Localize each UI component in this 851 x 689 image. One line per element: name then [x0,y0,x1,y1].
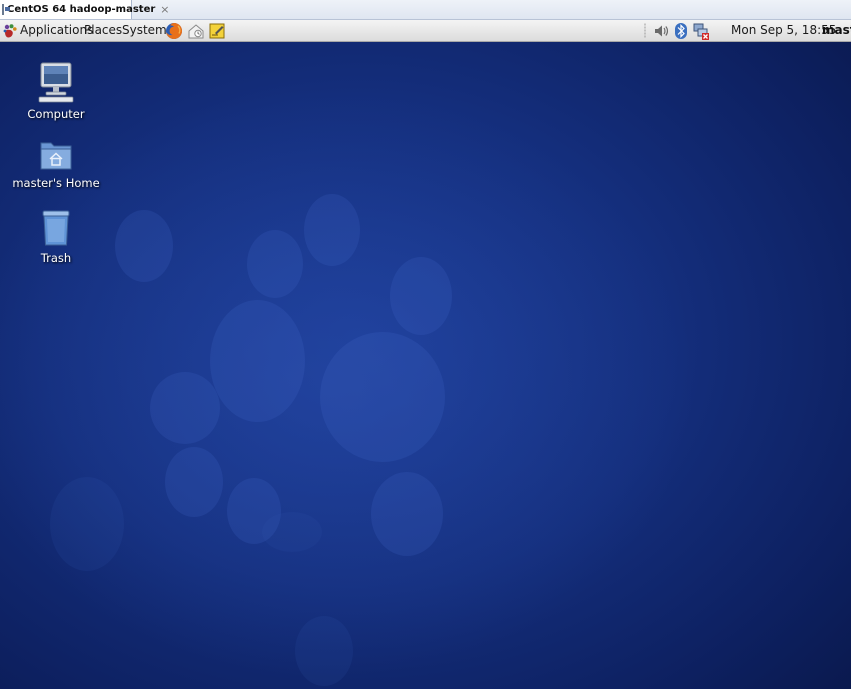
vm-icon [2,4,10,15]
background-bubble [210,300,305,422]
background-bubble [320,332,445,462]
user-menu[interactable]: master [822,20,851,41]
menu-system[interactable]: System [122,20,167,41]
screen: CentOS 64 hadoop-master × Applications P… [0,0,851,689]
volume-icon[interactable] [653,20,669,41]
background-bubble [247,230,303,298]
background-bubble [262,512,322,552]
vm-tab-label: CentOS 64 hadoop-master [7,4,156,15]
desktop-icon-label: Computer [27,107,85,121]
clock[interactable]: Mon Sep 5, 18:55 [731,20,836,41]
background-bubble [295,616,353,686]
desktop-icon-home[interactable]: master's Home [11,137,101,190]
desktop-icon-label: master's Home [12,176,100,190]
background-bubble [390,257,452,335]
desktop-icon-computer[interactable]: Computer [11,60,101,121]
network-disconnected-icon[interactable] [692,20,710,41]
background-bubble [150,372,220,444]
background-bubble [371,472,443,556]
desktop-background[interactable]: Computer master's Home Trash [0,42,851,689]
desktop-icon-label: Trash [40,251,72,265]
background-bubble [165,447,223,517]
background-bubble [304,194,360,266]
vm-tab[interactable]: CentOS 64 hadoop-master × [0,0,170,19]
notes-icon[interactable] [208,20,226,41]
bluetooth-icon[interactable] [674,20,688,41]
background-bubble [50,477,124,571]
trash-icon [42,210,70,246]
home-folder-icon [40,142,72,170]
gnome-foot-icon[interactable] [2,20,18,41]
firefox-icon[interactable] [165,20,183,41]
panel-separator [644,23,646,38]
top-panel: Applications Places System Mon Sep 5, 18… [0,20,851,42]
menu-places[interactable]: Places [84,20,122,41]
desktop-icon-trash[interactable]: Trash [11,208,101,265]
close-icon[interactable]: × [160,4,169,15]
menu-applications[interactable]: Applications [20,20,93,41]
vm-tab-strip: CentOS 64 hadoop-master × [0,0,851,20]
background-bubble [115,210,173,282]
mail-icon[interactable] [187,20,205,41]
computer-icon [38,62,74,103]
